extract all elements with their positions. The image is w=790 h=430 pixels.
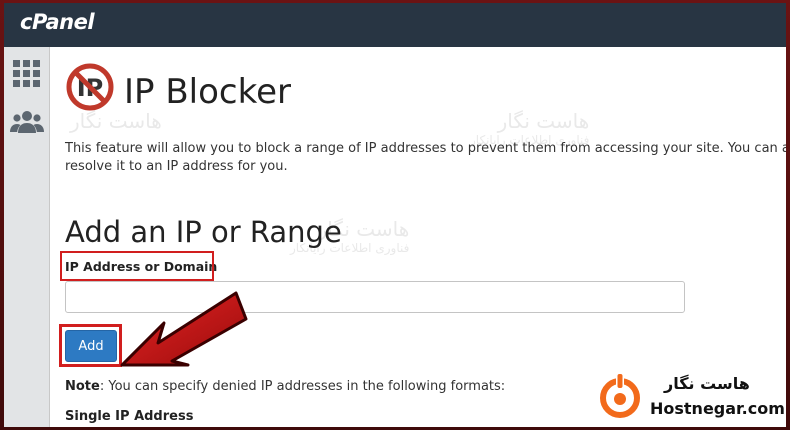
note-text: Note: You can specify denied IP addresse… bbox=[65, 379, 505, 394]
page-title: IP Blocker bbox=[124, 72, 291, 112]
browser-viewport: cPanel هاست نگار فناوری اطلاعات رایانکار… bbox=[4, 3, 786, 427]
note-label: Note bbox=[65, 379, 100, 394]
section-title: Add an IP or Range bbox=[65, 215, 342, 249]
highlight-box bbox=[60, 251, 214, 281]
cpanel-logo[interactable]: cPanel bbox=[20, 10, 95, 34]
watermark: هاست نگار bbox=[70, 109, 162, 133]
highlight-box bbox=[59, 324, 122, 367]
sidebar bbox=[4, 47, 50, 427]
brand-name-fa: هاست نگار bbox=[664, 374, 750, 393]
note-body: : You can specify denied IP addresses in… bbox=[99, 379, 506, 394]
intro-text: This feature will allow you to block a r… bbox=[65, 141, 786, 174]
main-content: هاست نگار فناوری اطلاعات رایانکار هاست ن… bbox=[50, 47, 786, 427]
single-ip-heading: Single IP Address bbox=[65, 409, 194, 424]
ip-blocker-icon: IP bbox=[66, 63, 114, 111]
users-icon[interactable] bbox=[10, 105, 44, 139]
brand-name-en: Hostnegar.com bbox=[650, 399, 785, 418]
grid-icon[interactable] bbox=[10, 56, 44, 90]
pointer-arrow-icon bbox=[120, 291, 248, 367]
top-bar: cPanel bbox=[4, 3, 786, 47]
